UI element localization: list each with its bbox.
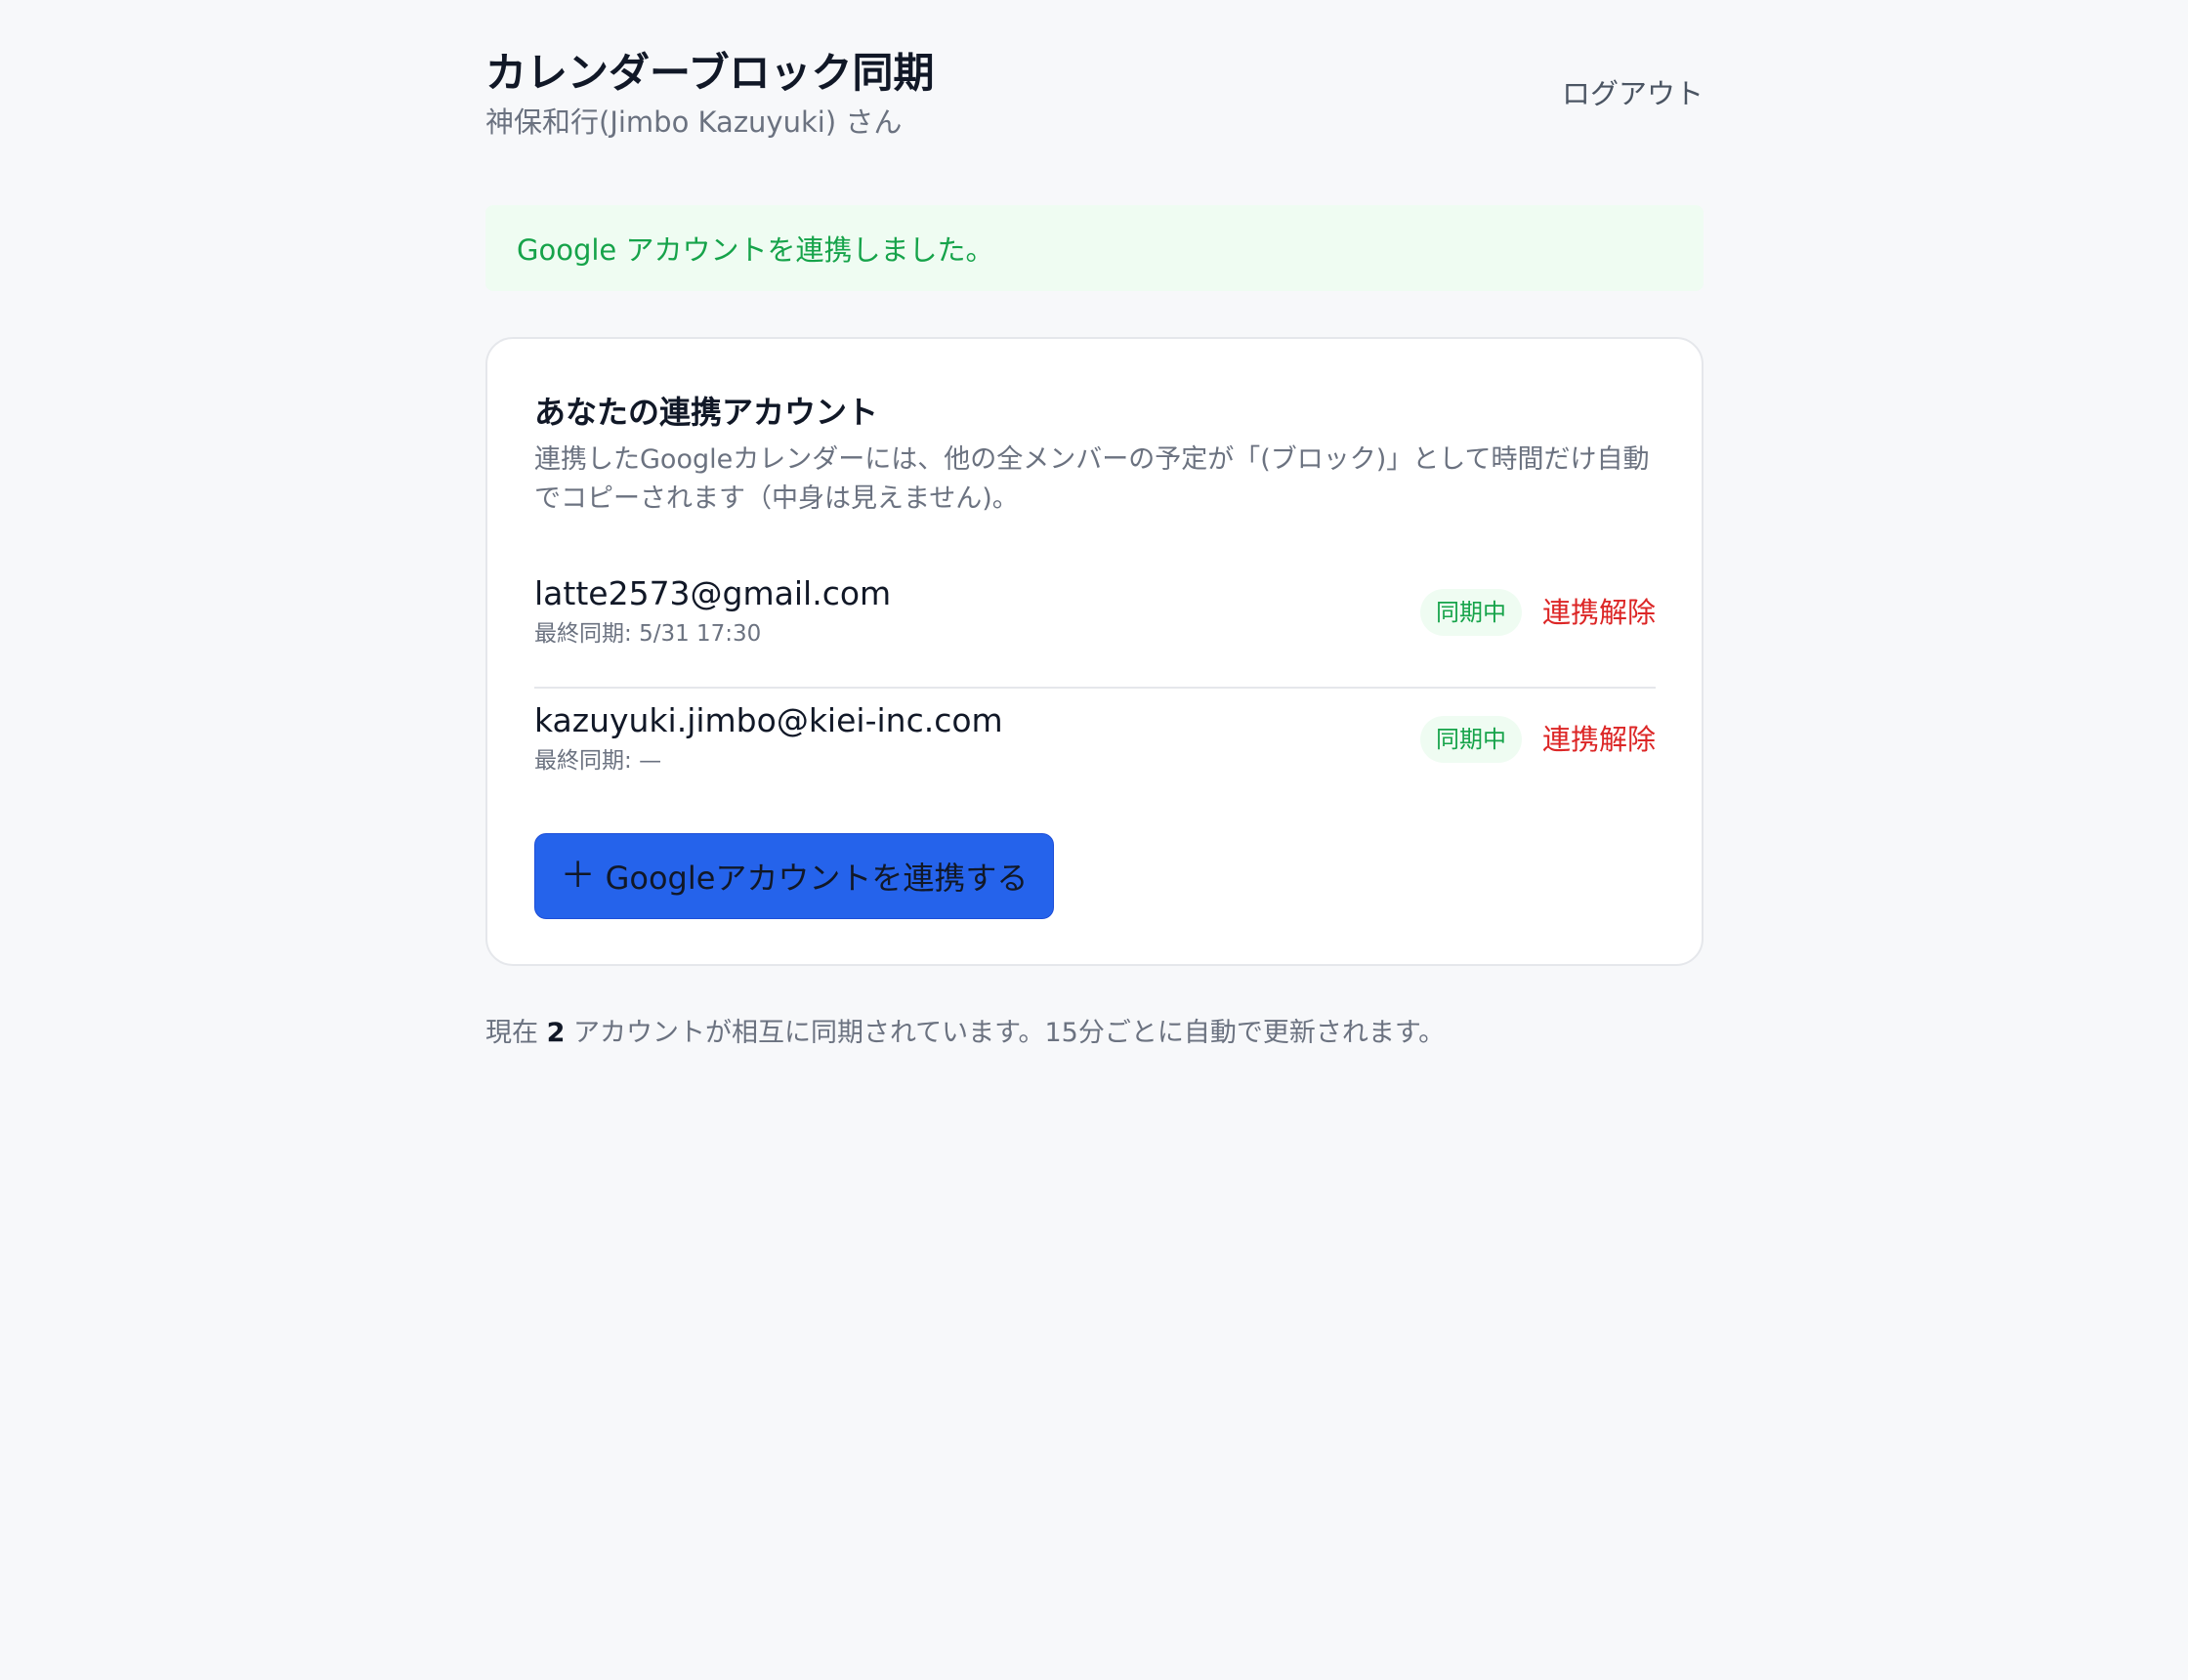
sync-account-count: 2 <box>546 1018 566 1048</box>
account-last-sync: 最終同期: 5/31 17:30 <box>534 618 761 650</box>
add-google-account-label: Googleアカウントを連携する <box>605 860 1029 897</box>
logout-link[interactable]: ログアウト <box>1562 74 1704 113</box>
unlink-button[interactable]: 連携解除 <box>1542 591 1656 634</box>
card-title: あなたの連携アカウント <box>534 394 879 431</box>
page-container: カレンダーブロック同期 神保和行(Jimbo Kazuyuki) さん ログアウ… <box>485 0 1704 1048</box>
status-badge: 同期中 <box>1420 589 1522 636</box>
status-badge: 同期中 <box>1420 716 1522 763</box>
user-name: 神保和行(Jimbo Kazuyuki) さん <box>485 105 903 139</box>
sync-summary: 現在 2 アカウントが相互に同期されています。15分ごとに自動で更新されます。 <box>485 1014 1445 1053</box>
plus-icon: ＋ <box>560 856 596 896</box>
add-google-account-button[interactable]: ＋ Googleアカウントを連携する <box>534 833 1054 919</box>
sync-summary-suffix: アカウントが相互に同期されています。15分ごとに自動で更新されます。 <box>565 1018 1446 1048</box>
account-email: kazuyuki.jimbo@kiei-inc.com <box>534 701 1003 739</box>
card-description: 連携したGoogleカレンダーには、他の全メンバーの予定が「(ブロック)」として… <box>534 444 1650 514</box>
linked-accounts-card: あなたの連携アカウント 連携したGoogleカレンダーには、他の全メンバーの予定… <box>485 337 1704 966</box>
sync-summary-prefix: 現在 <box>485 1018 547 1048</box>
page-title: カレンダーブロック同期 <box>485 49 935 97</box>
last-sync-value: 5/31 17:30 <box>639 621 762 647</box>
account-row: kazuyuki.jimbo@kiei-inc.com 最終同期: — 同期中 … <box>534 689 1656 814</box>
account-email: latte2573@gmail.com <box>534 574 892 612</box>
last-sync-label: 最終同期: <box>534 621 640 647</box>
account-row: latte2573@gmail.com 最終同期: 5/31 17:30 同期中… <box>534 562 1656 689</box>
page-header: カレンダーブロック同期 神保和行(Jimbo Kazuyuki) さん ログアウ… <box>485 0 1704 195</box>
unlink-button[interactable]: 連携解除 <box>1542 718 1656 761</box>
success-notice: Google アカウントを連携しました。 <box>485 205 1704 291</box>
last-sync-value: — <box>639 748 662 774</box>
account-last-sync: 最終同期: — <box>534 745 661 777</box>
last-sync-label: 最終同期: <box>534 748 640 774</box>
success-notice-text: Google アカウントを連携しました。 <box>517 233 994 267</box>
